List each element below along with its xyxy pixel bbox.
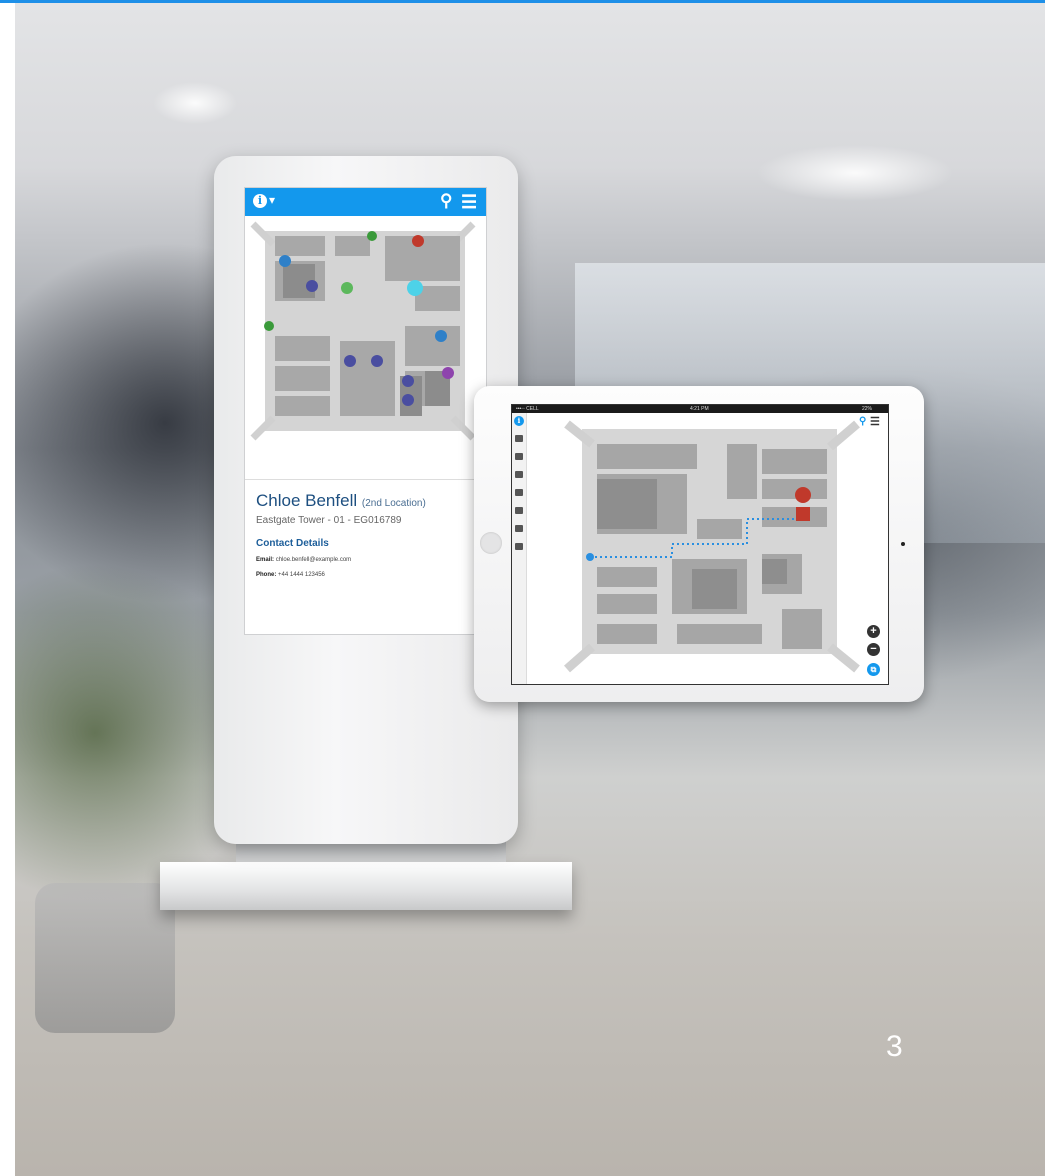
restroom-icon: [435, 330, 447, 342]
contact-email: Email: chloe.benfell@example.com: [256, 557, 351, 563]
kiosk-header-bar: i ▾ ⚲ ☰: [245, 188, 486, 216]
accessibility-icon: [442, 367, 454, 379]
email-value[interactable]: chloe.benfell@example.com: [276, 557, 351, 563]
kiosk-base-neck: [236, 841, 506, 863]
kiosk-floor-map[interactable]: [245, 216, 486, 468]
meeting-room-icon: [402, 375, 414, 387]
kiosk-base: [160, 862, 572, 910]
kiosk-screen: i ▾ ⚲ ☰ Chloe Benfell (2nd Location) Eas…: [245, 188, 486, 634]
contact-details-heading: Contact Details: [256, 538, 329, 549]
meeting-room-icon[interactable]: [515, 471, 523, 478]
tablet-camera: [901, 542, 905, 546]
hamburger-menu-icon[interactable]: ☰: [461, 192, 477, 213]
kiosk-divider: [245, 479, 486, 480]
exit-icon[interactable]: [515, 435, 523, 442]
layers-button[interactable]: ⧉: [867, 663, 880, 676]
tablet-home-button[interactable]: [480, 532, 502, 554]
tablet-screen: •••◦◦ CELL 4:21 PM 22% i ⚲ ☰ + − ⧉: [512, 405, 888, 684]
tablet-status-bar: •••◦◦ CELL 4:21 PM 22%: [512, 405, 888, 413]
person-address: Eastgate Tower - 01 - EG016789: [256, 515, 402, 526]
route-start-point: [586, 553, 594, 561]
status-carrier: •••◦◦ CELL: [516, 406, 539, 412]
exit-icon: [367, 231, 377, 241]
person-name: Chloe Benfell (2nd Location): [256, 491, 426, 511]
tablet-floor-map[interactable]: [562, 419, 862, 677]
caret-down-icon[interactable]: ▾: [269, 193, 275, 207]
zoom-out-button[interactable]: −: [867, 643, 880, 656]
toilet-icon[interactable]: [515, 507, 523, 514]
phone-label: Phone:: [256, 572, 277, 578]
restroom-icon[interactable]: [515, 453, 523, 460]
zoom-in-button[interactable]: +: [867, 625, 880, 638]
checklist-icon[interactable]: [515, 543, 523, 550]
restroom-icon: [279, 255, 291, 267]
exit-icon: [264, 321, 274, 331]
hamburger-menu-icon[interactable]: ☰: [870, 415, 880, 428]
meeting-room-icon: [371, 355, 383, 367]
search-icon[interactable]: ⚲: [440, 191, 452, 211]
destination-star-icon: [795, 487, 811, 503]
info-icon[interactable]: i: [514, 416, 524, 426]
info-circle-icon[interactable]: i: [253, 194, 267, 208]
person-location-suffix: (2nd Location): [361, 498, 426, 509]
phone-value[interactable]: +44 1444 123456: [278, 572, 325, 578]
status-battery: 22%: [862, 406, 873, 412]
wifi-icon[interactable]: [515, 489, 523, 496]
first-aid-icon: [412, 235, 424, 247]
person-name-text: Chloe Benfell: [256, 491, 358, 510]
contact-phone: Phone: +44 1444 123456: [256, 572, 325, 578]
meeting-room-icon: [341, 282, 353, 294]
plant-pot: [35, 883, 175, 1033]
tablet-sidebar: i: [512, 413, 527, 684]
email-label: Email:: [256, 557, 275, 563]
page-number: 3: [886, 1030, 903, 1063]
destination-star-icon: [407, 280, 423, 296]
meeting-room-icon: [306, 280, 318, 292]
status-time: 4:21 PM: [690, 406, 709, 412]
meeting-room-icon: [344, 355, 356, 367]
accessibility-icon[interactable]: [515, 525, 523, 532]
meeting-room-icon: [402, 394, 414, 406]
